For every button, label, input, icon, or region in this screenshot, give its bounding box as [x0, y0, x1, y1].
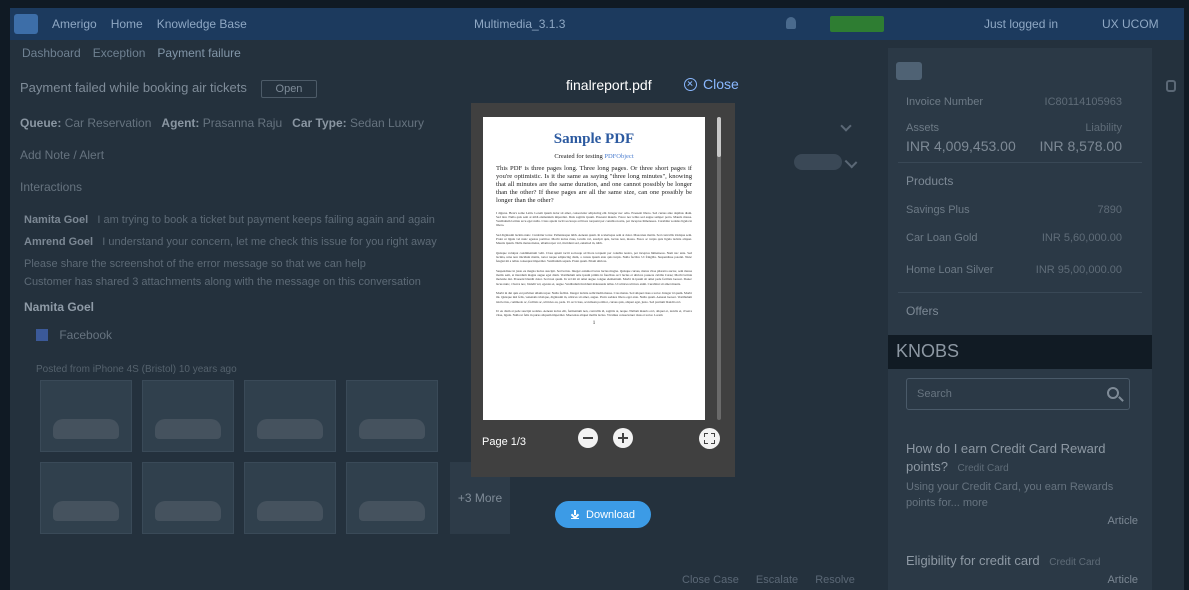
pdf-filename: finalreport.pdf	[566, 77, 652, 93]
pdf-paragraph: I digress. Here's some Latin. Lorem ipsu…	[496, 210, 692, 228]
download-button[interactable]: Download	[555, 501, 651, 528]
pdf-page-number: 1	[592, 321, 596, 327]
close-icon[interactable]	[684, 77, 697, 91]
fullscreen-button[interactable]	[699, 428, 720, 449]
pdf-viewer: Sample PDF Created for testing PDFObject…	[471, 103, 735, 477]
fullscreen-icon	[711, 433, 715, 437]
download-label[interactable]: Download	[586, 509, 635, 521]
zoom-in-button[interactable]	[613, 428, 633, 448]
close-label[interactable]: Close	[703, 76, 739, 92]
pdf-subtitle: Created for testing PDFObject	[483, 153, 705, 160]
fullscreen-icon	[704, 440, 708, 444]
pdf-subtitle-link[interactable]: PDFObject	[604, 153, 633, 160]
fullscreen-icon	[704, 433, 708, 437]
pdf-scrollbar[interactable]	[717, 117, 721, 420]
pdf-title: Sample PDF	[553, 131, 635, 147]
pdf-paragraph: Ut eu diam at pede suscipit sodales. Aen…	[496, 308, 692, 318]
pdf-subtitle-text: Created for testing	[554, 153, 603, 160]
fullscreen-icon	[711, 440, 715, 444]
pdf-page: Sample PDF Created for testing PDFObject…	[483, 117, 705, 420]
zoom-out-button[interactable]	[578, 428, 598, 448]
pdf-paragraph: Suspendisse in justo eu magna luctus sus…	[496, 268, 692, 286]
page-indicator: Page 1/3	[482, 436, 527, 448]
pdf-lead-paragraph: This PDF is three pages long. Three long…	[496, 165, 692, 205]
download-icon	[571, 510, 580, 519]
pdf-paragraph: Sed dignissim lacinia nunc. Curabitur to…	[496, 232, 692, 246]
pdf-paragraph: Morbi in dui quis est pulvinar ullamcorp…	[496, 290, 692, 304]
pdf-paragraph: Quisque volutpat condimentum velit. Clas…	[496, 250, 692, 264]
close-button[interactable]: Close	[684, 76, 739, 92]
